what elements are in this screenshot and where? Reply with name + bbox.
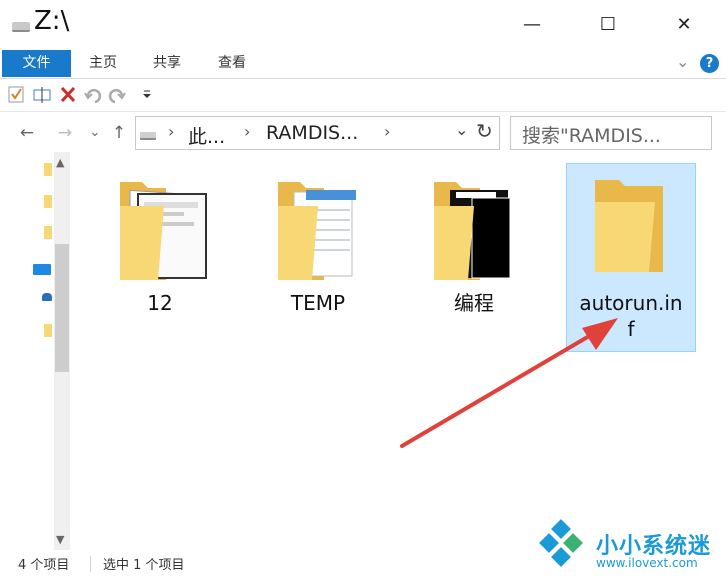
watermark-logo-icon	[539, 519, 583, 567]
refresh-icon[interactable]: ↻	[476, 119, 493, 143]
tab-view[interactable]: 查看	[218, 50, 246, 77]
undo-icon[interactable]	[84, 88, 102, 104]
maximize-button[interactable]: ☐	[588, 10, 628, 40]
window-title: Z:\	[34, 6, 70, 36]
help-icon[interactable]: ?	[700, 54, 719, 73]
folder-dark-icon	[434, 182, 511, 280]
search-placeholder[interactable]: 搜索"RAMDIS...	[522, 121, 661, 148]
folder-notepad-icon	[278, 182, 356, 280]
tab-share[interactable]: 共享	[153, 50, 181, 77]
back-button[interactable]: ←	[16, 122, 38, 144]
forward-button[interactable]: →	[54, 122, 76, 144]
breadcrumb-this-pc[interactable]: 此...	[188, 122, 225, 149]
desktop-icon[interactable]	[33, 264, 51, 275]
ribbon-expand-icon[interactable]: ⌄	[676, 52, 689, 71]
quick-access-icons	[8, 86, 151, 104]
nav-folder-icon[interactable]	[44, 324, 52, 337]
onedrive-icon[interactable]	[42, 293, 52, 301]
selection-count: 选中 1 个项目	[103, 558, 185, 573]
drive-icon	[12, 22, 30, 32]
item-count: 4 个项目	[18, 558, 70, 573]
breadcrumb-ramdisk[interactable]: RAMDIS...	[266, 122, 358, 144]
redo-icon[interactable]	[108, 88, 126, 104]
scroll-down-icon[interactable]: ▼	[56, 533, 64, 546]
nav-folder-icon[interactable]	[44, 195, 52, 208]
folder-icon	[595, 180, 663, 272]
scroll-up-icon[interactable]: ▲	[56, 156, 64, 169]
recent-locations-icon[interactable]: ⌄	[84, 122, 106, 144]
nav-scrollbar-thumb[interactable]	[55, 244, 69, 372]
breadcrumb-separator-icon: ›	[384, 122, 391, 141]
delete-icon[interactable]	[60, 86, 76, 103]
tab-file[interactable]: 文件	[2, 50, 71, 77]
address-dropdown-icon[interactable]: ⌄	[455, 120, 468, 139]
folder-docs-icon	[120, 182, 207, 280]
folder-item-programming[interactable]: 编程	[410, 176, 538, 316]
up-button[interactable]: ↑	[108, 122, 130, 144]
breadcrumb-separator-icon: ›	[244, 122, 251, 141]
watermark-url: www.ilovext.com	[596, 556, 698, 570]
drive-icon	[140, 132, 156, 140]
breadcrumb-separator-icon: ›	[168, 122, 175, 141]
customize-toolbar-icon[interactable]	[143, 90, 151, 98]
folder-item-12[interactable]: 12	[96, 176, 224, 316]
folder-name: TEMP	[290, 291, 346, 315]
properties-icon[interactable]	[8, 86, 24, 103]
nav-folder-icon[interactable]	[44, 163, 52, 176]
annotation-arrow-icon	[400, 318, 618, 448]
tab-home[interactable]: 主页	[89, 50, 117, 77]
folder-item-temp[interactable]: TEMP	[254, 176, 382, 316]
nav-folder-icon[interactable]	[44, 226, 52, 239]
close-button[interactable]: ✕	[664, 10, 704, 40]
rename-icon[interactable]	[33, 87, 51, 103]
status-divider	[90, 556, 91, 572]
minimize-button[interactable]: —	[512, 10, 552, 40]
folder-name: 12	[147, 291, 173, 315]
